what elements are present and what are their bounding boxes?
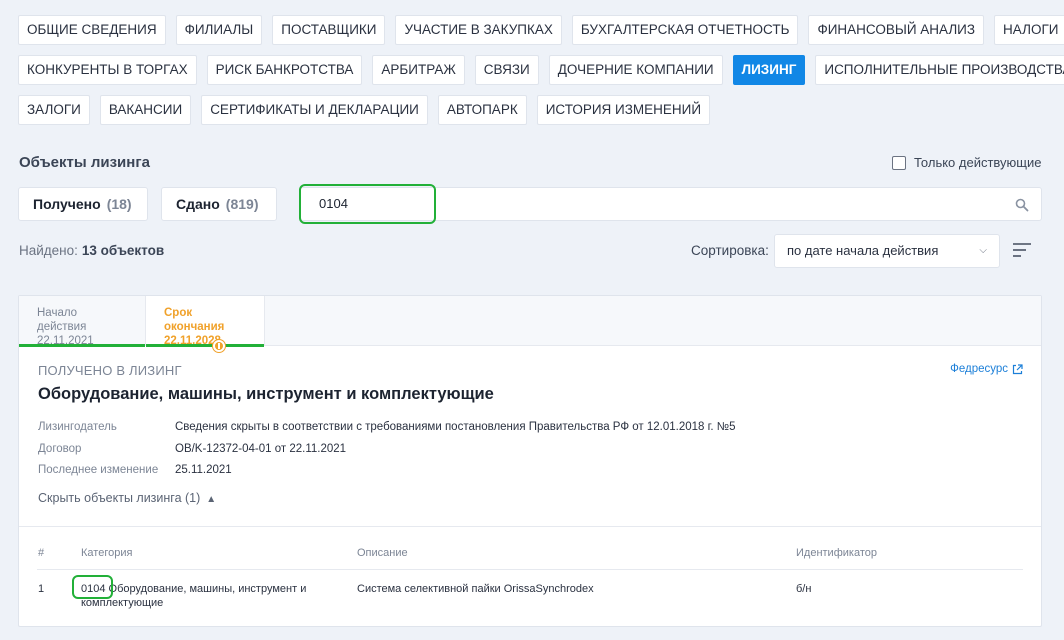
sort-label: Сортировка: (691, 243, 769, 258)
received-label: Получено (33, 196, 101, 212)
start-date-tab[interactable]: Начало действия 22.11.2021 (19, 296, 145, 347)
tab-subsidiaries[interactable]: ДОЧЕРНИЕ КОМПАНИИ (548, 55, 723, 85)
field-lessor: Лизингодатель Сведения скрыты в соответст… (38, 421, 736, 433)
found-label: Найдено: (19, 243, 78, 258)
object-title: Оборудование, машины, инструмент и компл… (38, 385, 494, 403)
received-count: (18) (106, 196, 132, 212)
tab-leasing[interactable]: ЛИЗИНГ (732, 55, 806, 85)
sort-select[interactable]: по дате начала действия ⌵ (774, 234, 1000, 268)
search-icon[interactable] (1015, 198, 1029, 212)
col-header-num: # (38, 547, 45, 559)
row-category: 0104 Оборудование, машины, инструмент и … (81, 582, 306, 610)
field-contract: Договор OB/K-12372-04-01 от 22.11.2021 (38, 443, 346, 455)
received-button[interactable]: Получено (18) (18, 187, 148, 221)
tab-arbitration[interactable]: АРБИТРАЖ (372, 55, 465, 85)
given-count: (819) (225, 196, 259, 212)
section-title: Объекты лизинга (19, 154, 150, 171)
field-value: 25.11.2021 (175, 464, 232, 476)
row-num: 1 (38, 583, 45, 595)
col-header-identifier: Идентификатор (796, 547, 877, 559)
row-description: Система селективной пайки OrissaSynchrod… (357, 583, 594, 595)
chevron-down-icon: ⌵ (979, 245, 987, 256)
given-button[interactable]: Сдано (819) (161, 187, 277, 221)
tab-enforcement[interactable]: ИСПОЛНИТЕЛЬНЫЕ ПРОИЗВОДСТВА (815, 55, 1064, 85)
tab-row-1: ОБЩИЕ СВЕДЕНИЯ ФИЛИАЛЫ ПОСТАВЩИКИ УЧАСТИ… (18, 15, 1064, 45)
chevron-up-icon: ▲ (206, 494, 217, 505)
field-key: Последнее изменение (38, 464, 159, 476)
end-date-tab[interactable]: Срок окончания 22.11.2028 (145, 296, 265, 347)
tab-vacancies[interactable]: ВАКАНСИИ (99, 95, 192, 125)
end-date: 22.11.2028 (164, 335, 221, 347)
only-active-label: Только действующие (914, 155, 1042, 170)
table-divider (19, 526, 1041, 527)
hide-objects-label: Скрыть объекты лизинга (1) (38, 491, 201, 505)
search-box (300, 187, 1042, 221)
found-value: 13 объектов (81, 243, 165, 258)
field-key: Лизингодатель (38, 421, 117, 433)
category-name-cont: комплектующие (81, 597, 164, 609)
start-date: 22.11.2021 (37, 335, 94, 347)
sort-icon[interactable] (1012, 242, 1032, 258)
tab-procurement[interactable]: УЧАСТИЕ В ЗАКУПКАХ (395, 15, 562, 45)
col-header-category: Категория (81, 547, 133, 559)
given-label: Сдано (176, 196, 220, 212)
tab-row-3: ЗАЛОГИ ВАКАНСИИ СЕРТИФИКАТЫ И ДЕКЛАРАЦИИ… (18, 95, 1058, 125)
tab-links[interactable]: СВЯЗИ (474, 55, 539, 85)
tab-bankruptcy-risk[interactable]: РИСК БАНКРОТСТВА (206, 55, 363, 85)
tab-certificates[interactable]: СЕРТИФИКАТЫ И ДЕКЛАРАЦИИ (201, 95, 428, 125)
external-link-icon (1012, 363, 1023, 374)
tab-fleet[interactable]: АВТОПАРК (437, 95, 527, 125)
tab-history[interactable]: ИСТОРИЯ ИЗМЕНЕНИЙ (536, 95, 711, 125)
tab-pledges[interactable]: ЗАЛОГИ (18, 95, 90, 125)
fedresurs-link[interactable]: Федресурс (950, 363, 1023, 375)
results-count: Найдено: 13 объектов (19, 243, 164, 258)
row-identifier: б/н (796, 583, 812, 595)
row-divider (37, 569, 1023, 570)
field-key: Договор (38, 443, 82, 455)
leasing-type: ПОЛУЧЕНО В ЛИЗИНГ (38, 363, 182, 378)
field-value: Сведения скрыты в соответствии с требова… (175, 421, 736, 433)
search-input[interactable] (319, 196, 999, 211)
fedresurs-label: Федресурс (950, 363, 1008, 375)
tab-row-2: КОНКУРЕНТЫ В ТОРГАХ РИСК БАНКРОТСТВА АРБ… (18, 55, 1064, 85)
only-active-checkbox[interactable] (892, 155, 906, 170)
tab-suppliers[interactable]: ПОСТАВЩИКИ (272, 15, 386, 45)
hide-objects-toggle[interactable]: Скрыть объекты лизинга (1) ▲ (38, 491, 216, 505)
tab-general[interactable]: ОБЩИЕ СВЕДЕНИЯ (18, 15, 166, 45)
category-code: 0104 (81, 583, 106, 595)
tab-taxes[interactable]: НАЛОГИ (994, 15, 1064, 45)
leasing-card: Начало действия 22.11.2021 Срок окончани… (18, 295, 1042, 627)
tab-competitors[interactable]: КОНКУРЕНТЫ В ТОРГАХ (18, 55, 197, 85)
tab-branches[interactable]: ФИЛИАЛЫ (175, 15, 263, 45)
end-label: Срок окончания (164, 307, 225, 333)
col-header-description: Описание (357, 547, 408, 559)
section-tabs: ОБЩИЕ СВЕДЕНИЯ ФИЛИАЛЫ ПОСТАВЩИКИ УЧАСТИ… (18, 15, 1064, 135)
only-active-filter[interactable]: Только действующие (892, 155, 1042, 170)
category-name: Оборудование, машины, инструмент и (108, 583, 307, 595)
date-tabs: Начало действия 22.11.2021 Срок окончани… (19, 296, 1041, 347)
sort-value: по дате начала действия (787, 243, 939, 258)
start-label: Начало действия (37, 307, 87, 333)
field-value: OB/K-12372-04-01 от 22.11.2021 (175, 443, 347, 455)
timeline-marker-icon (213, 340, 225, 352)
tab-accounting[interactable]: БУХГАЛТЕРСКАЯ ОТЧЕТНОСТЬ (571, 15, 799, 45)
tab-financial-analysis[interactable]: ФИНАНСОВЫЙ АНАЛИЗ (808, 15, 985, 45)
field-last-change: Последнее изменение 25.11.2021 (38, 464, 232, 476)
